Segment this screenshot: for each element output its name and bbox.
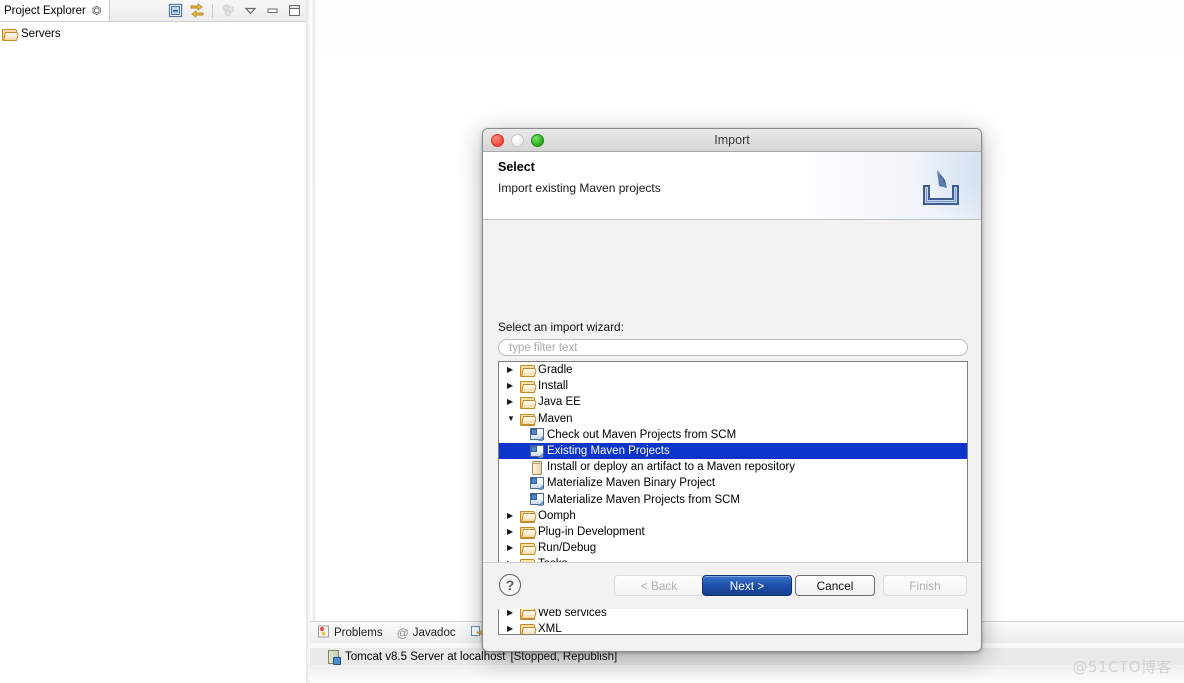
tree-item[interactable]: ▶ XML <box>499 621 967 635</box>
import-dialog: Import Select Import existing Maven proj… <box>482 128 982 652</box>
folder-icon <box>520 526 535 539</box>
folder-icon <box>520 542 535 556</box>
server-icon <box>326 649 341 665</box>
wizard-icon <box>529 476 544 490</box>
tree-item-servers[interactable]: Servers <box>0 25 306 43</box>
tab-javadoc[interactable]: @ Javadoc <box>390 622 463 643</box>
project-explorer-view: Project Explorer ⏣ Servers <box>0 0 306 683</box>
tree-item[interactable]: ▶ Install <box>499 378 967 394</box>
folder-icon <box>520 396 535 410</box>
folder-icon <box>520 380 535 394</box>
tree-item-label: Existing Maven Projects <box>547 445 670 458</box>
link-with-editor-icon[interactable] <box>187 1 207 20</box>
view-filter-icon[interactable] <box>218 1 238 20</box>
folder-icon <box>520 623 535 634</box>
tree-item[interactable]: Materialize Maven Projects from SCM <box>499 492 967 508</box>
close-button[interactable] <box>491 133 504 147</box>
tree-item-label: Materialize Maven Projects from SCM <box>547 493 740 506</box>
tree-item-label: XML <box>538 623 562 635</box>
tree-item-label: Gradle <box>538 364 573 377</box>
at-sign-icon: @ <box>396 625 409 640</box>
dialog-titlebar[interactable]: Import <box>483 129 981 152</box>
tree-item[interactable]: Install or deploy an artifact to a Maven… <box>499 459 967 475</box>
dialog-footer: ? < Back Next > Cancel Finish <box>483 563 981 609</box>
folder-icon <box>520 413 535 426</box>
tree-item[interactable]: ▶ Java EE <box>499 394 967 410</box>
dialog-body: Select an import wizard: ▶ Gradle ▶ Install… <box>483 220 981 635</box>
minimize-icon[interactable] <box>262 1 282 20</box>
chevron-right-icon[interactable]: ▶ <box>507 527 520 536</box>
finish-button: Finish <box>883 575 967 596</box>
tree-item-label: Check out Maven Projects from SCM <box>547 428 737 441</box>
jar-icon <box>529 460 544 475</box>
page-description: Import existing Maven projects <box>498 181 661 195</box>
folder-icon <box>2 28 17 41</box>
dialog-title: Import <box>714 133 750 147</box>
tree-item-label: Materialize Maven Binary Project <box>547 477 716 490</box>
server-name: Tomcat v8.5 Server at localhost <box>345 650 506 663</box>
server-state: [Stopped, Republish] <box>510 650 618 663</box>
chevron-right-icon[interactable]: ▶ <box>507 544 520 552</box>
chevron-right-icon[interactable]: ▶ <box>507 382 520 390</box>
tree-item[interactable]: Existing Maven Projects <box>499 442 967 460</box>
tree-item[interactable]: Check out Maven Projects from SCM <box>499 427 967 443</box>
view-menu-icon[interactable] <box>240 1 260 20</box>
tree-item[interactable]: ▶ Plug-in Development <box>499 524 967 540</box>
wizard-icon <box>529 493 544 507</box>
wizard-icon <box>529 428 544 442</box>
watermark: @51CTO博客 <box>1072 658 1172 676</box>
page-title: Select <box>498 160 535 174</box>
chevron-right-icon[interactable]: ▶ <box>507 398 520 406</box>
back-button: < Back <box>614 575 704 596</box>
cancel-button[interactable]: Cancel <box>795 575 875 596</box>
tree-item-servers-label: Servers <box>21 28 61 40</box>
toolbar-separator <box>212 3 213 18</box>
collapse-all-icon[interactable] <box>165 1 185 20</box>
tree-item-label: Oomph <box>538 509 576 522</box>
declaration-icon <box>470 625 484 641</box>
tree-item[interactable]: ▶ Oomph <box>499 508 967 524</box>
problems-icon <box>317 625 330 641</box>
chevron-right-icon[interactable]: ▶ <box>507 608 520 617</box>
window-controls <box>491 129 544 151</box>
tab-problems-label: Problems <box>334 626 383 639</box>
project-explorer-tabbar: Project Explorer ⏣ <box>0 0 306 22</box>
wizard-icon <box>529 444 544 458</box>
tab-project-explorer[interactable]: Project Explorer ⏣ <box>0 0 111 21</box>
next-button[interactable]: Next > <box>702 575 792 596</box>
tree-item-label: Run/Debug <box>538 542 597 555</box>
tree-item-label: Java EE <box>538 396 581 409</box>
tree-item[interactable]: ▶ Run/Debug <box>499 540 967 556</box>
wizard-field-label: Select an import wizard: <box>498 320 624 334</box>
minimize-button <box>511 133 524 147</box>
chevron-right-icon[interactable]: ▶ <box>507 366 520 374</box>
folder-icon <box>520 364 535 378</box>
tree-item[interactable]: Materialize Maven Binary Project <box>499 475 967 491</box>
dialog-header: Select Import existing Maven projects <box>483 152 981 220</box>
tree-item[interactable]: ▼ Maven <box>499 411 967 427</box>
tree-item[interactable]: ▶ Gradle <box>499 362 967 378</box>
tab-javadoc-label: Javadoc <box>412 626 456 639</box>
vertical-sash[interactable] <box>306 0 315 683</box>
zoom-button[interactable] <box>531 133 544 147</box>
filter-input[interactable] <box>498 339 968 356</box>
help-button[interactable]: ? <box>499 574 521 596</box>
tab-problems[interactable]: Problems <box>310 622 390 643</box>
tree-item-label: Plug-in Development <box>538 525 645 538</box>
import-wizard-icon <box>913 164 969 212</box>
restore-view-icon[interactable]: ⏣ <box>92 4 102 17</box>
project-explorer-tree[interactable]: Servers <box>0 25 306 683</box>
tree-item-label: Install or deploy an artifact to a Maven… <box>547 461 796 474</box>
folder-icon <box>520 510 535 523</box>
chevron-right-icon[interactable]: ▶ <box>507 625 520 633</box>
tree-item-label: Maven <box>538 412 573 425</box>
screen: Project Explorer ⏣ Servers Problems @ Ja… <box>0 0 1184 683</box>
maximize-icon[interactable] <box>284 1 304 20</box>
chevron-down-icon[interactable]: ▼ <box>507 414 520 423</box>
tab-project-explorer-label: Project Explorer <box>4 4 86 17</box>
chevron-right-icon[interactable]: ▶ <box>507 511 520 520</box>
project-explorer-toolbar <box>165 0 304 21</box>
tree-item-label: Install <box>538 380 569 393</box>
